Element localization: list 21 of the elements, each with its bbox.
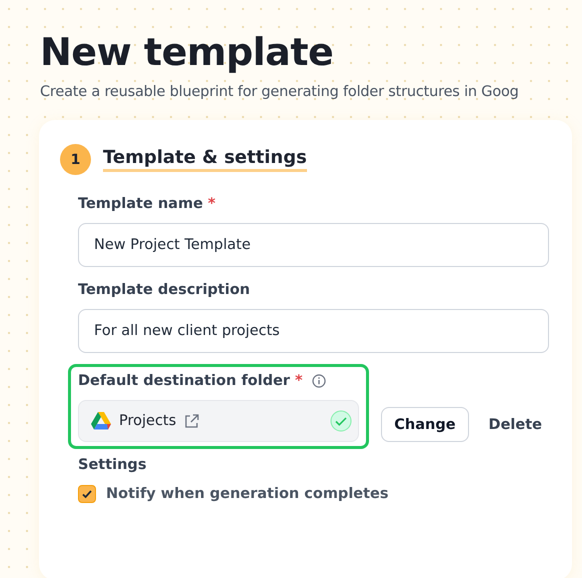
delete-button[interactable]: Delete bbox=[480, 407, 550, 442]
field-label: Template description bbox=[78, 282, 250, 298]
folder-name: Projects bbox=[119, 413, 176, 429]
page-title: New template bbox=[40, 29, 334, 76]
page-subtitle: Create a reusable blueprint for generating folder structures in Goog bbox=[40, 84, 520, 100]
step-badge: 1 bbox=[60, 144, 91, 175]
required-mark: * bbox=[294, 373, 303, 389]
field-label: Default destination folder bbox=[78, 373, 290, 389]
field-label: Template name bbox=[78, 196, 203, 212]
checkmark-icon bbox=[81, 488, 93, 500]
checkbox[interactable] bbox=[78, 485, 96, 503]
text-field[interactable]: New Project Template bbox=[78, 223, 549, 267]
external-link-icon[interactable] bbox=[184, 414, 200, 428]
required-mark: * bbox=[208, 196, 216, 212]
info-icon[interactable] bbox=[312, 374, 326, 388]
settings-label: Settings bbox=[78, 457, 148, 473]
drive-icon bbox=[91, 412, 111, 430]
section-title: Template & settings bbox=[103, 147, 307, 172]
change-button[interactable]: Change bbox=[381, 407, 469, 442]
text-field[interactable]: For all new client projects bbox=[78, 309, 549, 353]
option-label: Notify when generation completes bbox=[106, 486, 389, 502]
